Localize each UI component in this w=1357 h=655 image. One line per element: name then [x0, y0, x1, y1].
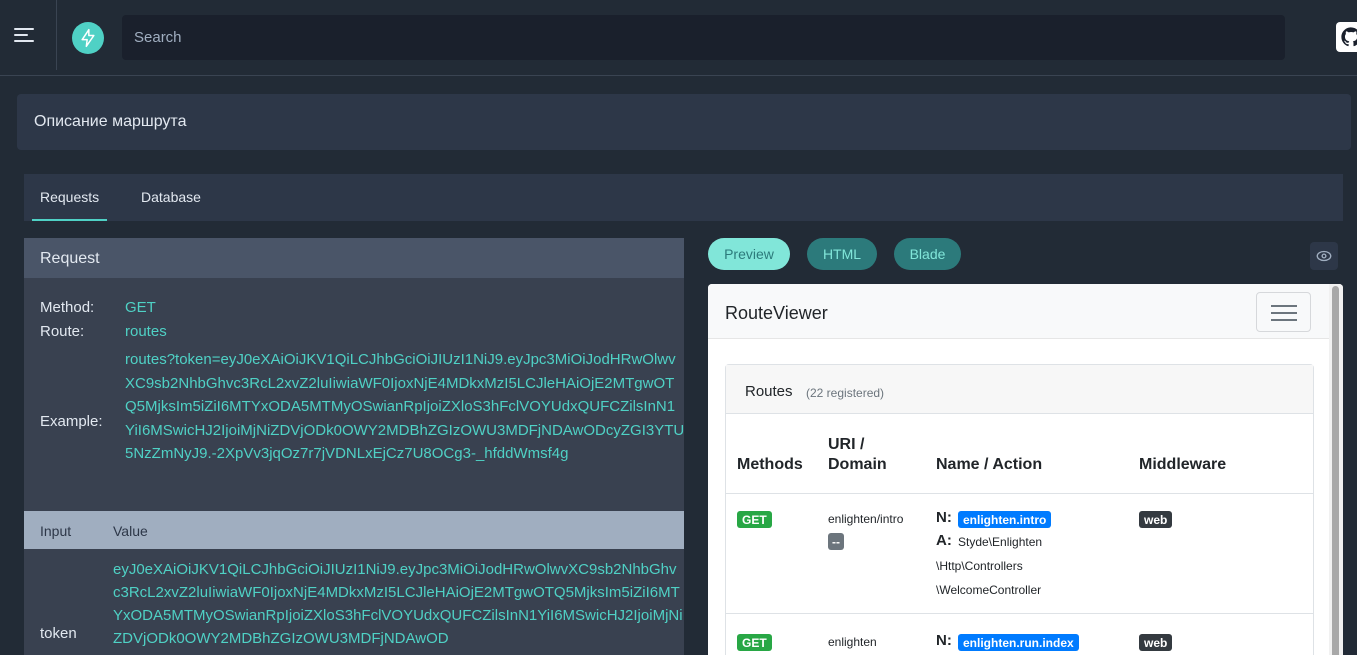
input-table-header: Input Value	[24, 511, 684, 549]
methods-column-header: Methods	[737, 456, 803, 473]
routes-card-title: Routes	[745, 383, 793, 400]
routes-card-header: Routes (22 registered)	[726, 365, 1313, 414]
name-prefix: N:	[936, 509, 952, 526]
middleware-badge: web	[1139, 634, 1173, 651]
lightning-logo-icon[interactable]	[72, 22, 104, 54]
tab-bar: Requests Database	[24, 174, 1343, 221]
method-badge: GET	[737, 511, 772, 528]
name-prefix: N:	[936, 632, 952, 649]
hamburger-icon	[1271, 305, 1297, 307]
route-label: Route:	[40, 323, 85, 340]
search-input[interactable]	[122, 15, 1285, 60]
request-panel-header: Request	[24, 238, 684, 278]
middleware-badge: web	[1139, 511, 1173, 528]
hamburger-icon	[14, 28, 36, 44]
route-name-badge: enlighten.run.index	[958, 634, 1079, 651]
route-uri: enlighten/intro	[828, 512, 904, 526]
menu-button[interactable]	[0, 0, 57, 70]
request-panel: Request Method: GET Route: routes Exampl…	[24, 238, 684, 655]
github-icon[interactable]	[1336, 22, 1357, 52]
preview-scrollbar[interactable]	[1329, 284, 1343, 655]
route-action-line2: \Http\Controllers	[936, 559, 1023, 573]
tab-blade[interactable]: Blade	[894, 238, 961, 270]
example-label: Example:	[40, 413, 103, 430]
method-badge: GET	[737, 634, 772, 651]
action-prefix: A:	[936, 532, 952, 549]
uri-column-header: URI / Domain	[828, 435, 887, 475]
value-column-header: Value	[113, 523, 148, 539]
tab-database[interactable]: Database	[141, 189, 201, 205]
uri-header-line1: URI /	[828, 436, 865, 453]
name-action-column-header: Name / Action	[936, 456, 1043, 473]
tab-requests[interactable]: Requests	[31, 189, 108, 221]
routes-count: (22 registered)	[806, 386, 885, 400]
method-value: GET	[125, 299, 156, 316]
scrollbar-thumb[interactable]	[1332, 286, 1339, 655]
middleware-column-header: Middleware	[1139, 456, 1227, 473]
route-domain: --	[828, 533, 844, 550]
input-name: token	[40, 625, 77, 642]
example-url: routes?token=eyJ0eXAiOiJKV1QiLCJhbGciOiJ…	[125, 351, 685, 462]
route-description-panel: Описание маршрута	[17, 94, 1351, 150]
preview-brand[interactable]: RouteViewer	[725, 303, 828, 324]
route-action-line3: \WelcomeController	[936, 583, 1042, 597]
table-row-divider	[726, 493, 1313, 494]
tab-html[interactable]: HTML	[807, 238, 877, 270]
input-column-header: Input	[40, 523, 72, 539]
route-value: routes	[125, 323, 167, 340]
tab-preview[interactable]: Preview	[708, 238, 790, 270]
table-row-divider	[726, 613, 1313, 614]
header-divider	[0, 75, 1357, 76]
top-bar	[0, 0, 1357, 76]
input-value: eyJ0eXAiOiJKV1QiLCJhbGciOiJIUzI1NiJ9.eyJ…	[113, 561, 683, 647]
navbar-toggler-button[interactable]	[1256, 292, 1311, 332]
route-description: Описание маршрута	[34, 113, 187, 130]
route-name-badge: enlighten.intro	[958, 511, 1052, 528]
uri-header-line2: Domain	[828, 456, 887, 473]
route-action-line1: Styde\Enlighten	[958, 535, 1043, 549]
request-panel-title: Request	[40, 250, 100, 267]
routes-card: Routes (22 registered) Methods URI / Dom…	[725, 364, 1314, 655]
eye-icon[interactable]	[1310, 242, 1338, 270]
preview-navbar: RouteViewer	[708, 284, 1343, 339]
preview-frame: RouteViewer Routes (22 registered) Metho…	[708, 284, 1343, 655]
method-label: Method:	[40, 299, 95, 316]
route-uri: enlighten	[828, 635, 877, 649]
